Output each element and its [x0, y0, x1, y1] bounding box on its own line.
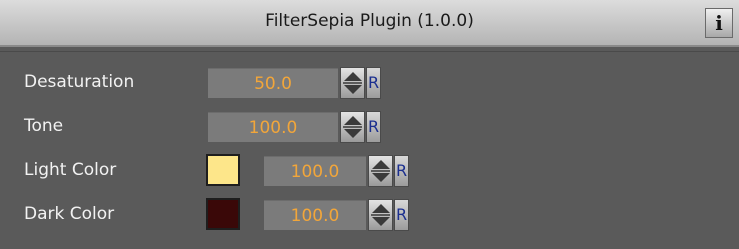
- tone-label: Tone: [24, 116, 64, 136]
- divider: [0, 51, 739, 52]
- light-color-reset-button[interactable]: R: [394, 155, 409, 187]
- tone-stepper[interactable]: [340, 111, 365, 143]
- arrow-down-icon[interactable]: [372, 217, 390, 226]
- dark-color-swatch[interactable]: [206, 198, 240, 230]
- tone-reset-button[interactable]: R: [366, 111, 381, 143]
- arrow-down-icon[interactable]: [344, 129, 362, 138]
- desaturation-stepper[interactable]: [340, 67, 365, 99]
- arrow-up-icon[interactable]: [372, 160, 390, 169]
- arrow-up-icon[interactable]: [344, 116, 362, 125]
- light-color-input[interactable]: 100.0: [264, 156, 366, 186]
- light-color-stepper[interactable]: [368, 155, 393, 187]
- dark-color-stepper[interactable]: [368, 199, 393, 231]
- light-color-swatch[interactable]: [206, 154, 240, 186]
- filtersepia-plugin-panel: FilterSepia Plugin (1.0.0) i Desaturatio…: [0, 0, 739, 249]
- dark-color-reset-button[interactable]: R: [394, 199, 409, 231]
- info-icon[interactable]: i: [705, 8, 733, 38]
- dark-color-label: Dark Color: [24, 204, 115, 224]
- light-color-label: Light Color: [24, 160, 117, 180]
- plugin-title: FilterSepia Plugin (1.0.0): [265, 11, 474, 31]
- arrow-up-icon[interactable]: [372, 204, 390, 213]
- arrow-down-icon[interactable]: [344, 85, 362, 94]
- desaturation-input[interactable]: 50.0: [208, 68, 338, 98]
- desaturation-reset-button[interactable]: R: [366, 67, 381, 99]
- arrow-up-icon[interactable]: [344, 72, 362, 81]
- arrow-down-icon[interactable]: [372, 173, 390, 182]
- desaturation-label: Desaturation: [24, 72, 135, 92]
- tone-input[interactable]: 100.0: [208, 112, 338, 142]
- title-bar: FilterSepia Plugin (1.0.0) i: [0, 0, 739, 47]
- dark-color-input[interactable]: 100.0: [264, 200, 366, 230]
